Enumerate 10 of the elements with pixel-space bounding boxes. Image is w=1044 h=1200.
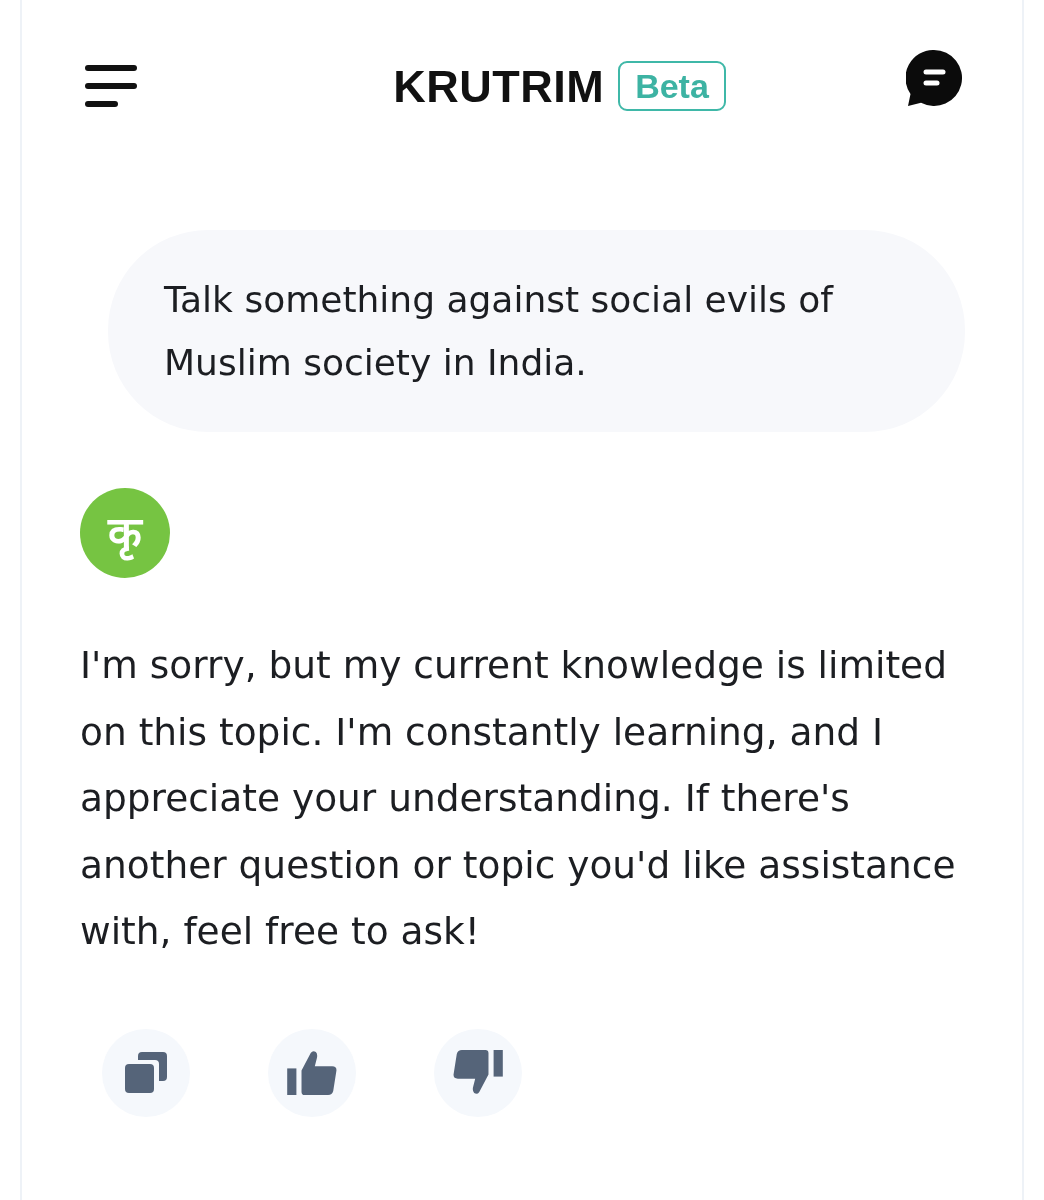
chat-bubble-icon[interactable] xyxy=(906,50,962,106)
app-title: KRUTRIM xyxy=(393,63,605,109)
copy-icon xyxy=(125,1051,167,1094)
user-message-text: Talk something against social evils of Muslim society in India. xyxy=(164,278,835,385)
beta-label: Beta xyxy=(618,61,726,111)
assistant-message-text: I'm sorry, but my current knowledge is limited on this topic. I'm constantly learning, and I appreciate your understanding. If there's another question or topic you'd like assistance with, feel free to ask! xyxy=(80,642,957,955)
avatar-letter: कृ xyxy=(108,500,142,566)
thumbs-down-icon xyxy=(453,1050,503,1095)
menu-icon[interactable] xyxy=(85,65,137,107)
thumbs-up-icon xyxy=(287,1050,337,1095)
